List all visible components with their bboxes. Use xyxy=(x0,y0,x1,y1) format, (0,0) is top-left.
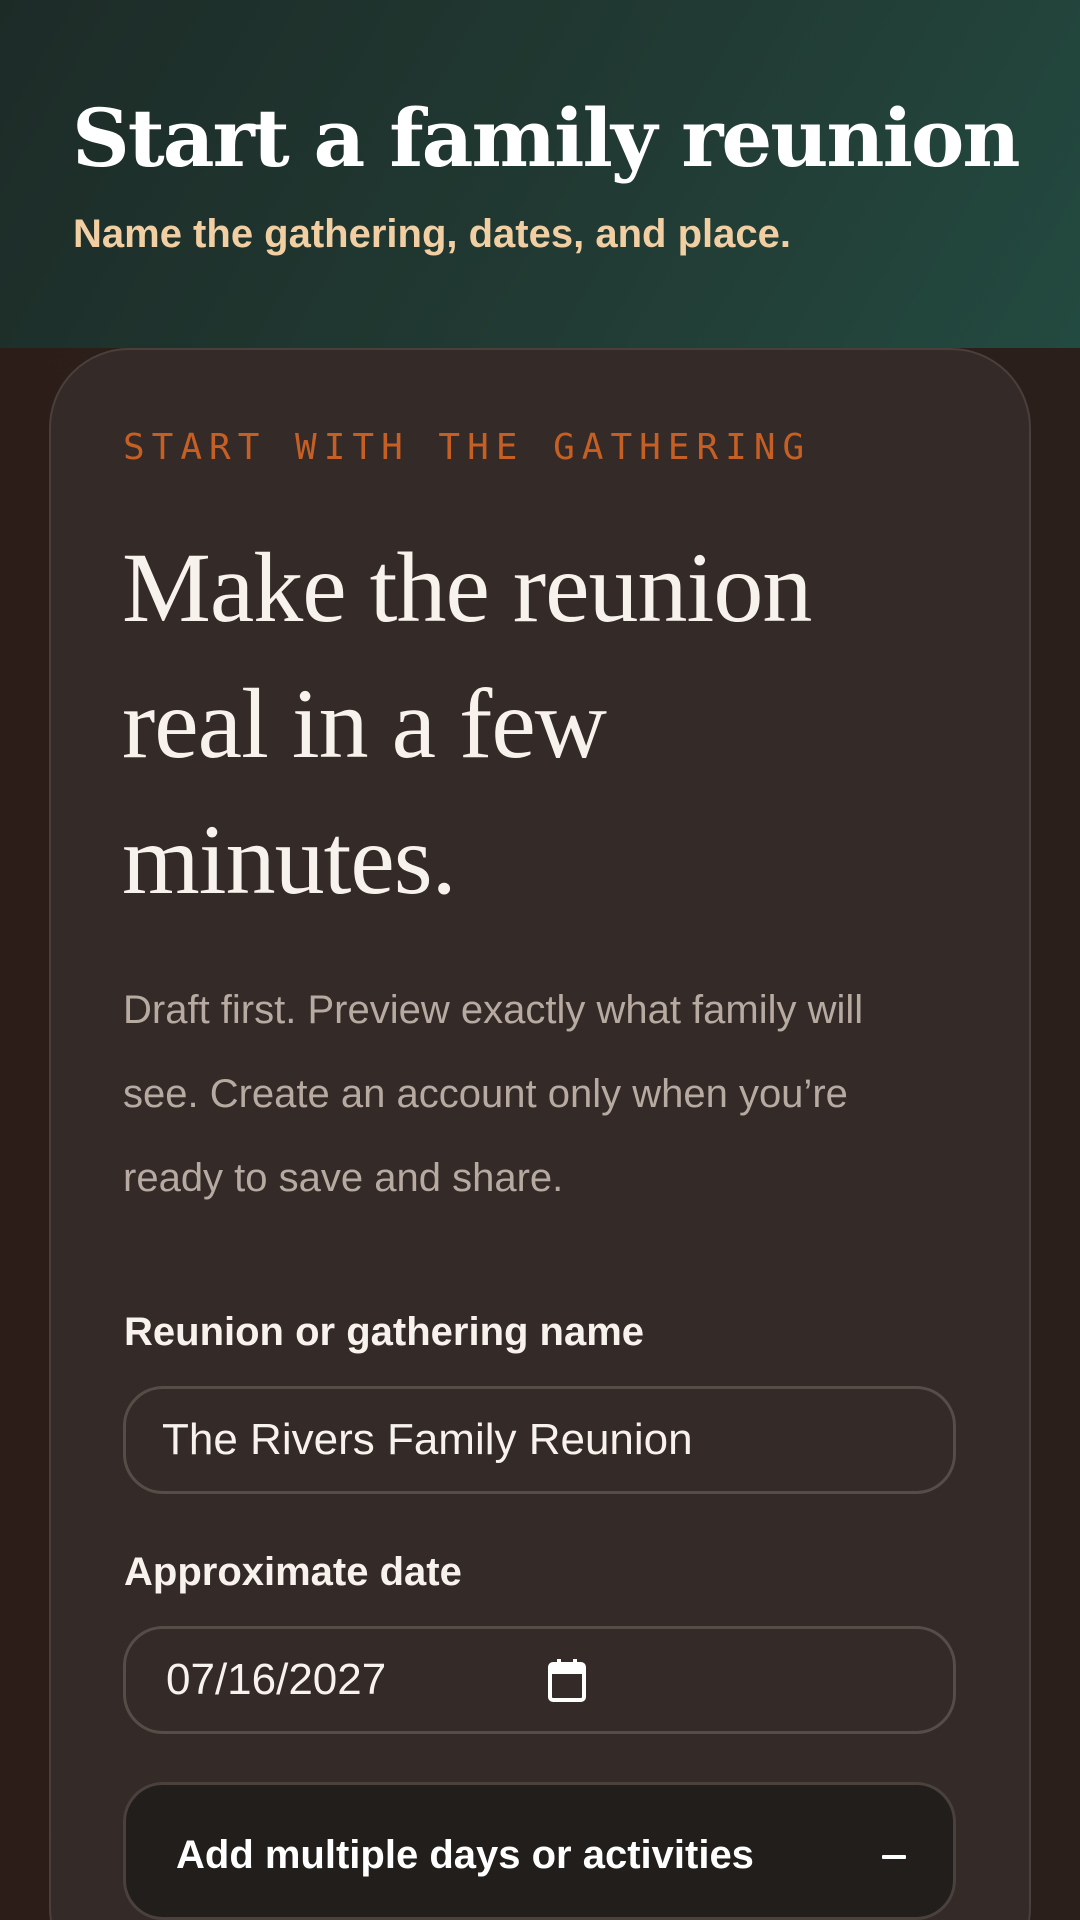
approximate-date-label: Approximate date xyxy=(124,1550,462,1594)
intro-text: Draft first. Preview exactly what family… xyxy=(123,988,864,1200)
date-value: 07/16/2027 xyxy=(166,1655,387,1704)
page-title: Start a family reunion xyxy=(72,91,1021,185)
page-header: Start a family reunion Name the gatherin… xyxy=(0,0,1080,348)
section-eyebrow: START WITH THE GATHERING xyxy=(123,427,812,468)
gathering-name-input[interactable] xyxy=(123,1386,956,1494)
approximate-date-input[interactable]: 07/16/2027 xyxy=(123,1626,956,1734)
calendar-icon[interactable] xyxy=(547,1659,587,1703)
page-subtitle: Name the gathering, dates, and place. xyxy=(73,212,791,256)
multiple-days-label: Add multiple days or activities xyxy=(176,1833,754,1877)
gathering-name-label: Reunion or gathering name xyxy=(124,1310,645,1354)
multiple-days-toggle[interactable]: Add multiple days or activities xyxy=(123,1782,956,1920)
minus-icon xyxy=(882,1855,906,1859)
hero-heading: Make the reunion real in a few minutes. xyxy=(122,532,812,915)
